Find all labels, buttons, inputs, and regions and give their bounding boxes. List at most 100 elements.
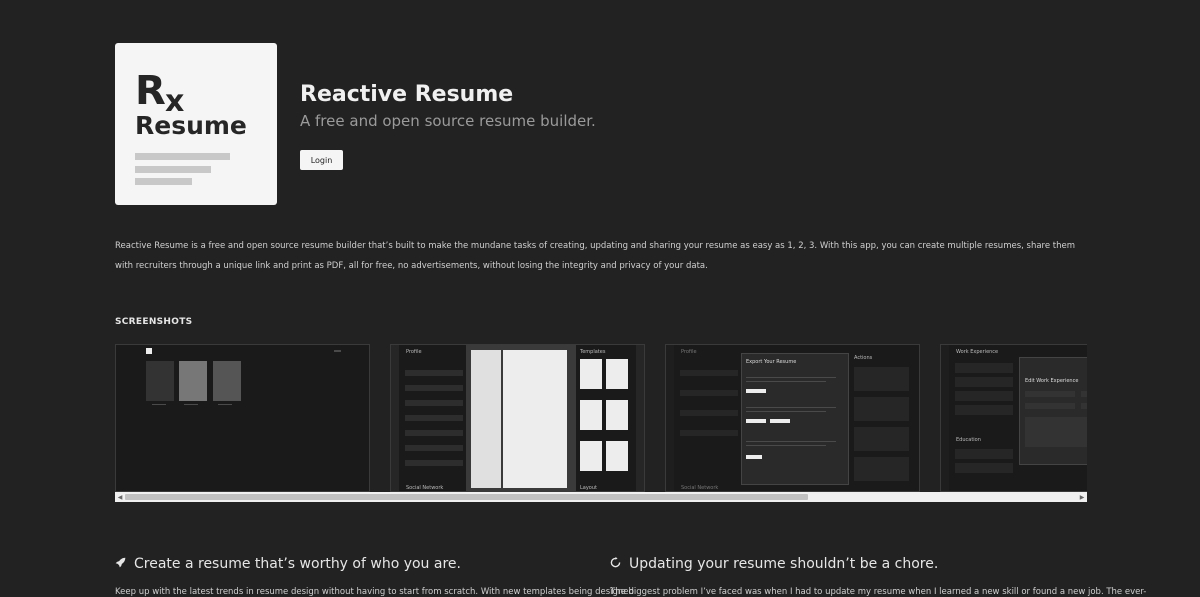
mini-field bbox=[1081, 391, 1087, 397]
feature-body: The biggest problem I’ve faced was when … bbox=[610, 587, 1147, 597]
feature-heading: Updating your resume shouldn’t be a chor… bbox=[610, 556, 938, 572]
feature-title: Create a resume that’s worthy of who you… bbox=[134, 556, 461, 572]
mini-template-thumb bbox=[606, 359, 628, 389]
refresh-icon-svg bbox=[610, 557, 621, 568]
mini-action-block bbox=[854, 397, 909, 421]
mini-resume-thumb bbox=[213, 361, 241, 401]
mini-list-item bbox=[955, 363, 1013, 373]
mini-text-line bbox=[746, 411, 826, 412]
login-button[interactable]: Login bbox=[300, 150, 343, 170]
mini-right-rail bbox=[636, 345, 644, 491]
screenshot-export-dialog[interactable]: Profile Social Network Export Your Resum… bbox=[665, 344, 920, 492]
app-description: Reactive Resume is a free and open sourc… bbox=[115, 241, 1076, 271]
mini-text-line bbox=[746, 377, 836, 378]
app-logo: R x Resume bbox=[115, 43, 277, 205]
mini-logo bbox=[146, 348, 152, 354]
mini-panel-title: Templates bbox=[580, 349, 606, 355]
mini-text-line bbox=[746, 381, 826, 382]
mini-dialog-button bbox=[746, 455, 762, 459]
mini-panel-title: Profile bbox=[681, 349, 697, 355]
mini-list-item bbox=[955, 391, 1013, 401]
mini-field bbox=[1025, 403, 1075, 409]
mini-field bbox=[680, 410, 738, 416]
mini-list-item bbox=[955, 449, 1013, 459]
screenshot-builder-templates[interactable]: Profile Social Network Templates Layout bbox=[390, 344, 645, 492]
mini-text-line bbox=[746, 407, 836, 408]
screenshots-gallery[interactable]: Profile Social Network Templates Layout bbox=[115, 344, 1087, 502]
logo-decor-line bbox=[135, 178, 192, 185]
feature-heading: Create a resume that’s worthy of who you… bbox=[115, 556, 461, 572]
mini-panel-footer: Social Network bbox=[681, 485, 719, 491]
mini-resume-page bbox=[471, 350, 501, 488]
mini-sidebar bbox=[666, 345, 674, 491]
rocket-icon bbox=[115, 557, 129, 571]
mini-dialog-button bbox=[746, 389, 766, 393]
mini-resume-page bbox=[503, 350, 567, 488]
feature-title: Updating your resume shouldn’t be a chor… bbox=[629, 556, 939, 572]
mini-avatar bbox=[334, 350, 341, 352]
hero-section: R x Resume Reactive Resume A free and op… bbox=[115, 43, 596, 205]
mini-dialog-button bbox=[746, 419, 766, 423]
mini-template-thumb bbox=[606, 441, 628, 471]
mini-template-thumb bbox=[606, 400, 628, 430]
app-tagline: A free and open source resume builder. bbox=[300, 112, 596, 130]
mini-create-card bbox=[146, 361, 174, 401]
mini-list-item bbox=[955, 463, 1013, 473]
mini-text-line bbox=[746, 445, 826, 446]
mini-field bbox=[405, 460, 463, 466]
mini-panel-title: Actions bbox=[854, 355, 873, 361]
mini-template-thumb bbox=[580, 359, 602, 389]
mini-field bbox=[405, 415, 463, 421]
mini-section-title: Education bbox=[956, 437, 981, 443]
mini-panel-title: Work Experience bbox=[956, 349, 999, 355]
mini-panel-footer: Social Network bbox=[406, 485, 444, 491]
scroll-left-arrow-icon[interactable]: ◀ bbox=[115, 492, 125, 502]
refresh-icon bbox=[610, 557, 624, 571]
mini-label bbox=[218, 404, 232, 405]
mini-field bbox=[680, 430, 738, 436]
mini-panel-title: Profile bbox=[406, 349, 422, 355]
mini-field bbox=[680, 370, 738, 376]
mini-text-line bbox=[746, 441, 836, 442]
mini-dialog bbox=[1019, 357, 1087, 465]
logo-decor-line bbox=[135, 153, 230, 160]
app-title: Reactive Resume bbox=[300, 82, 514, 107]
mini-dialog-title: Edit Work Experience bbox=[1025, 378, 1079, 384]
mini-field bbox=[405, 445, 463, 451]
mini-field bbox=[1081, 403, 1087, 409]
mini-sidebar bbox=[391, 345, 399, 491]
mini-panel-footer: Layout bbox=[580, 485, 597, 491]
mini-label bbox=[152, 404, 166, 405]
screenshots-heading: SCREENSHOTS bbox=[115, 317, 193, 327]
mini-field bbox=[680, 390, 738, 396]
logo-decor-line bbox=[135, 166, 211, 173]
mini-action-block bbox=[854, 427, 909, 451]
scrollbar-thumb[interactable] bbox=[125, 494, 808, 500]
mini-list-item bbox=[955, 377, 1013, 387]
logo-word: Resume bbox=[135, 111, 247, 140]
mini-field bbox=[405, 385, 463, 391]
gallery-scrollbar[interactable]: ◀ ▶ bbox=[115, 492, 1087, 502]
mini-field bbox=[405, 370, 463, 376]
mini-action-block bbox=[854, 457, 909, 481]
mini-template-thumb bbox=[580, 441, 602, 471]
mini-action-block bbox=[854, 367, 909, 391]
mini-label bbox=[184, 404, 198, 405]
mini-sidebar bbox=[941, 345, 949, 491]
mini-dialog-title: Export Your Resume bbox=[746, 359, 797, 365]
mini-dialog-button bbox=[770, 419, 790, 423]
mini-template-thumb bbox=[580, 400, 602, 430]
logo-letter-r: R bbox=[135, 68, 166, 114]
mini-resume-thumb bbox=[179, 361, 207, 401]
scroll-right-arrow-icon[interactable]: ▶ bbox=[1077, 492, 1087, 502]
rocket-icon-svg bbox=[115, 557, 126, 568]
feature-body: Keep up with the latest trends in resume… bbox=[115, 587, 634, 597]
screenshot-dashboard[interactable] bbox=[115, 344, 370, 492]
screenshot-work-experience[interactable]: Work Experience Education Edit Work Expe… bbox=[940, 344, 1087, 492]
mini-list-item bbox=[955, 405, 1013, 415]
mini-field bbox=[405, 430, 463, 436]
hero-text: Reactive Resume A free and open source r… bbox=[300, 81, 700, 170]
mini-field bbox=[1025, 391, 1075, 397]
mini-field bbox=[405, 400, 463, 406]
mini-textarea bbox=[1025, 417, 1087, 447]
